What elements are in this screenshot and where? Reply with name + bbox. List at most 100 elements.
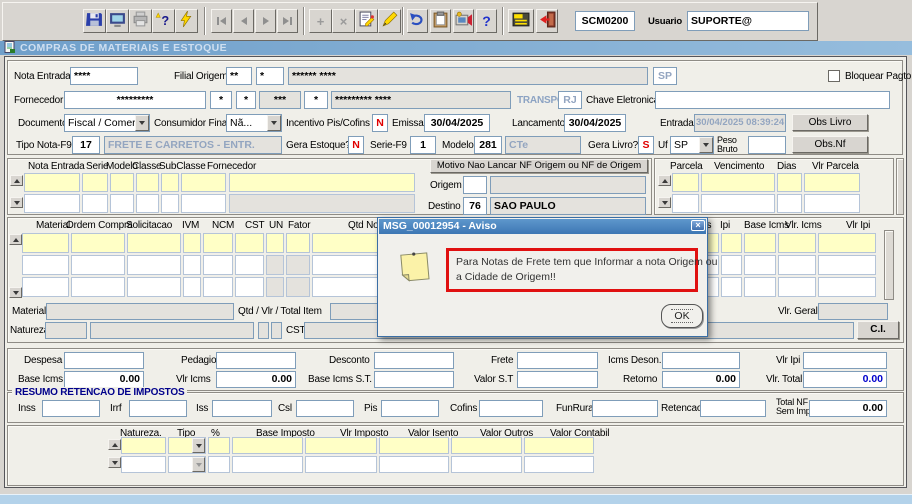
scroll-up-button[interactable] (108, 439, 121, 450)
itens-grid-cell[interactable] (721, 277, 742, 297)
help-button[interactable]: ? (476, 9, 497, 33)
base-icms-field[interactable]: 0.00 (64, 371, 144, 388)
exit-button[interactable] (536, 9, 558, 33)
delete-record-button[interactable]: × (332, 9, 355, 33)
csl-field[interactable] (296, 400, 354, 417)
fornecedor-field-2[interactable]: * (236, 91, 256, 109)
itens-grid-cell[interactable] (183, 255, 201, 275)
chevron-down-icon[interactable] (192, 457, 205, 472)
itens-grid-cell[interactable] (818, 233, 876, 253)
enter-query-button[interactable] (355, 9, 378, 33)
impostos-grid-cell[interactable] (305, 456, 377, 473)
save-button[interactable] (83, 9, 106, 33)
impostos-grid-cell[interactable] (305, 437, 377, 454)
peso-bruto-field[interactable] (748, 136, 786, 154)
obs-livro-button[interactable]: Obs Livro (792, 114, 868, 131)
icms-deson-field[interactable] (662, 352, 740, 369)
itens-grid-cell[interactable] (127, 277, 181, 297)
impostos-grid-cell[interactable] (524, 456, 594, 473)
execute-button[interactable] (175, 9, 198, 33)
scroll-down-button[interactable] (9, 287, 22, 298)
itens-grid-cell[interactable] (778, 255, 816, 275)
notas-grid-cell[interactable] (82, 173, 108, 192)
impostos-tipo-combo[interactable] (168, 456, 206, 473)
origem-field[interactable] (463, 176, 487, 194)
fornecedor-field[interactable]: ********* (64, 91, 206, 109)
parcelas-grid-cell[interactable] (672, 194, 699, 213)
itens-grid-cell[interactable] (312, 255, 378, 275)
itens-grid-cell[interactable] (127, 255, 181, 275)
desconto-field[interactable] (374, 352, 454, 369)
notas-grid-cell[interactable] (82, 194, 108, 213)
scroll-up-button[interactable] (9, 234, 22, 245)
notas-grid-cell[interactable] (136, 194, 159, 213)
base-icms-st-field[interactable] (374, 371, 454, 388)
itens-grid-cell[interactable] (778, 233, 816, 253)
irrf-field[interactable] (129, 400, 187, 417)
notas-grid-cell[interactable] (161, 194, 179, 213)
fornecedor-field-1[interactable]: * (210, 91, 232, 109)
scroll-down-button[interactable] (108, 457, 121, 468)
chevron-down-icon[interactable] (699, 137, 713, 153)
itens-grid-cell[interactable] (203, 255, 233, 275)
chevron-down-icon[interactable] (267, 115, 281, 131)
itens-grid-cell[interactable] (203, 233, 233, 253)
chave-eletronica-field[interactable] (655, 91, 890, 109)
vertical-scrollbar[interactable] (896, 158, 904, 215)
chevron-down-icon[interactable] (192, 438, 205, 453)
itens-grid-cell[interactable] (22, 233, 69, 253)
itens-grid-cell[interactable] (235, 255, 264, 275)
cofins-field[interactable] (479, 400, 543, 417)
itens-grid-cell[interactable] (22, 277, 69, 297)
vertical-scrollbar[interactable] (884, 230, 894, 300)
inss-field[interactable] (42, 400, 100, 417)
itens-grid-cell[interactable] (312, 233, 378, 253)
obs-nf-button[interactable]: Obs.Nf (792, 136, 868, 153)
itens-grid-cell[interactable] (286, 233, 310, 253)
itens-grid-cell[interactable] (183, 277, 201, 297)
notas-grid-cell[interactable] (229, 173, 415, 192)
gera-estoque-flag[interactable]: N (348, 136, 364, 154)
chevron-down-icon[interactable] (135, 115, 149, 131)
itens-grid-cell[interactable] (203, 277, 233, 297)
clipboard-button[interactable] (430, 9, 451, 33)
vlr-ipi-field[interactable] (803, 352, 887, 369)
itens-grid-cell[interactable] (71, 255, 125, 275)
dialog-close-button[interactable]: × (691, 220, 705, 231)
tipo-nota-field[interactable]: 17 (72, 136, 100, 154)
modelo-field[interactable]: 281 (474, 136, 502, 154)
impostos-grid-cell[interactable] (379, 456, 449, 473)
itens-grid-cell[interactable] (721, 255, 742, 275)
ok-button[interactable]: OK (661, 304, 703, 328)
documento-combo[interactable]: Fiscal / Comercial (64, 114, 150, 132)
lancamento-field[interactable]: 30/04/2025 (564, 114, 626, 132)
itens-grid-cell[interactable] (744, 277, 776, 297)
impostos-grid-cell[interactable] (121, 437, 166, 454)
filial-origem-field-1[interactable]: ** (226, 67, 252, 85)
nav-next-button[interactable] (255, 9, 276, 33)
pis-field[interactable] (381, 400, 439, 417)
print-screen-button[interactable] (453, 9, 474, 33)
retencao-field[interactable] (700, 400, 766, 417)
nav-last-button[interactable] (277, 9, 298, 33)
parcelas-grid-cell[interactable] (777, 173, 802, 192)
menu-button[interactable] (508, 9, 534, 33)
impostos-grid-cell[interactable] (121, 456, 166, 473)
itens-grid-cell[interactable] (127, 233, 181, 253)
iss-field[interactable] (212, 400, 272, 417)
funrural-field[interactable] (592, 400, 658, 417)
scroll-down-button[interactable] (10, 197, 23, 208)
valor-st-field[interactable] (517, 371, 598, 388)
consumidor-final-combo[interactable]: Nã... (226, 114, 282, 132)
parcelas-grid-cell[interactable] (804, 173, 860, 192)
parcelas-grid-cell[interactable] (777, 194, 802, 213)
parcelas-grid-cell[interactable] (804, 194, 860, 213)
destino-field[interactable]: 76 (463, 197, 487, 215)
notas-grid-cell[interactable] (181, 173, 226, 192)
impostos-grid-cell[interactable] (379, 437, 449, 454)
ci-button[interactable]: C.I. (857, 321, 899, 339)
scroll-up-button[interactable] (10, 175, 23, 186)
scroll-down-button[interactable] (658, 197, 671, 208)
impostos-grid-cell[interactable] (451, 456, 522, 473)
notas-grid-cell[interactable] (110, 173, 134, 192)
